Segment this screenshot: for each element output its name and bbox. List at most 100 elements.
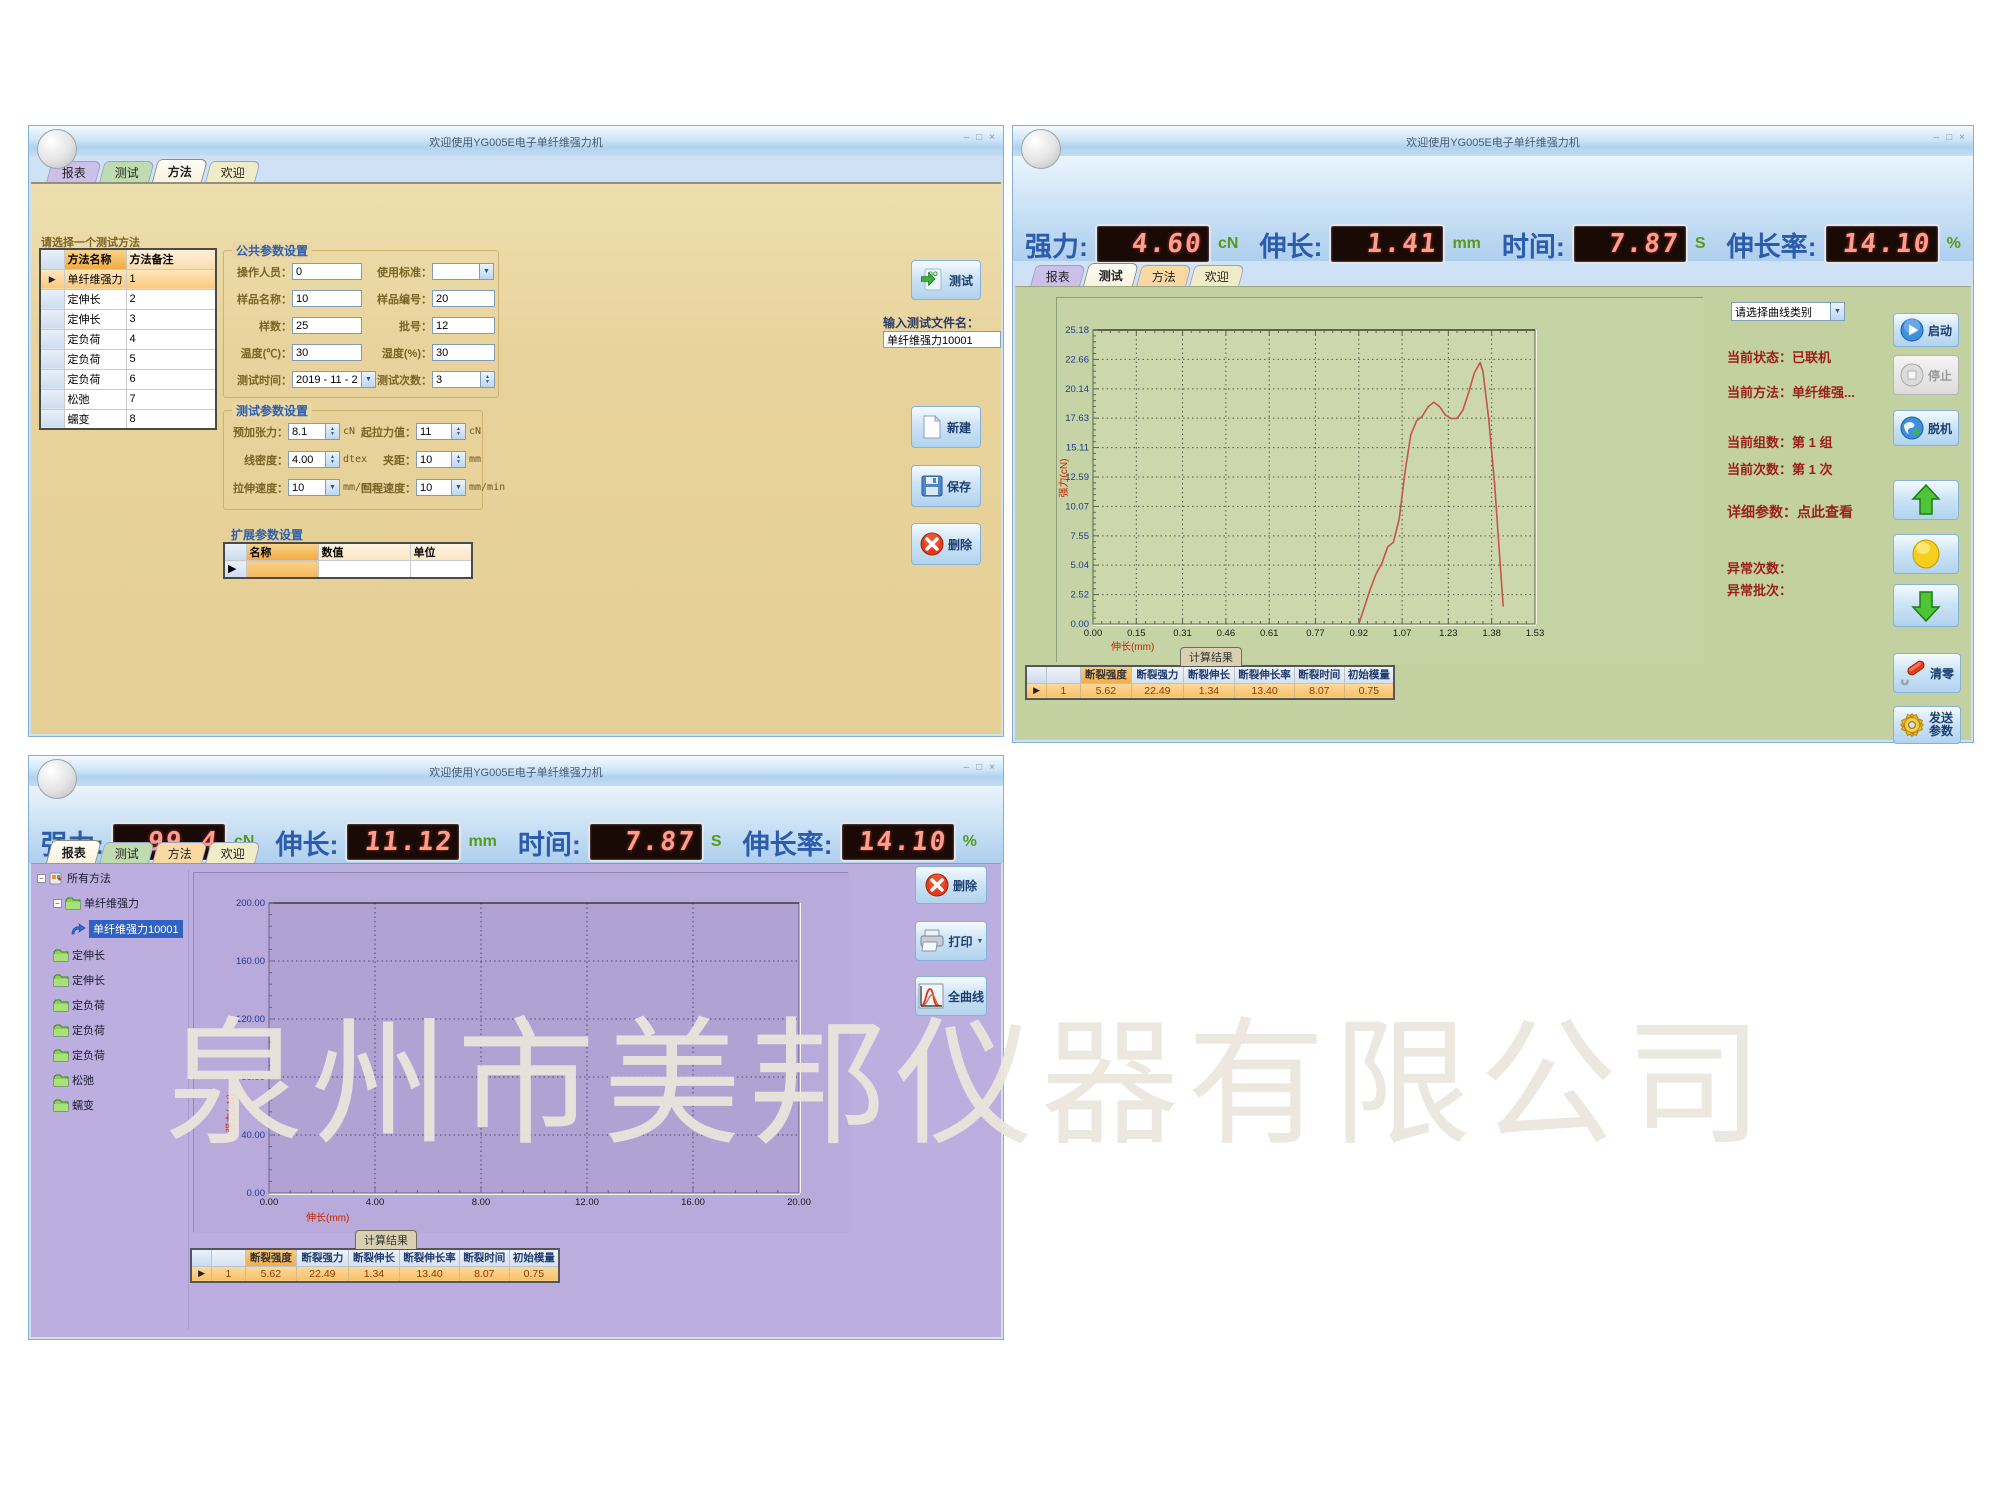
- titlebar[interactable]: 欢迎使用YG005E电子单纤维强力机 – □ ×: [29, 756, 1003, 786]
- titlebar[interactable]: 欢迎使用YG005E电子单纤维强力机 – □ ×: [1013, 126, 1973, 156]
- results-tab[interactable]: 计算结果: [355, 1230, 417, 1249]
- table-row[interactable]: ▶: [224, 561, 472, 578]
- results-table[interactable]: 断裂强度 断裂强力 断裂伸长 断裂伸长率 断裂时间 初始模量 ▶ 1 5.622…: [1025, 665, 1395, 700]
- method-table[interactable]: 方法名称 方法备注 ▶ 单纤维强力1 定伸长2 定伸长3 定负荷4 定负荷5 定…: [39, 248, 217, 430]
- maximize-button[interactable]: □: [976, 762, 982, 773]
- tab-method[interactable]: 方法: [1136, 265, 1192, 286]
- spinner-arrows-icon[interactable]: ▲▼: [326, 451, 340, 468]
- titlebar[interactable]: 欢迎使用YG005E电子单纤维强力机 – □ ×: [29, 126, 1003, 156]
- table-row[interactable]: ▶ 单纤维强力1: [40, 269, 216, 289]
- table-row[interactable]: 松弛7: [40, 389, 216, 409]
- close-button[interactable]: ×: [1959, 132, 1965, 143]
- spinner-arrows-icon[interactable]: ▲▼: [481, 371, 495, 388]
- force-label: 强力:: [1025, 225, 1088, 264]
- stop-button[interactable]: 停止: [1893, 355, 1959, 395]
- table-row[interactable]: ▶ 1 5.6222.491.34 13.408.070.75: [191, 1266, 559, 1282]
- minimize-button[interactable]: –: [964, 132, 970, 143]
- tree-item-method-folder[interactable]: − 单纤维强力: [53, 895, 188, 911]
- test-date-select[interactable]: [292, 371, 362, 388]
- tab-method[interactable]: 方法: [152, 159, 208, 182]
- chevron-down-icon[interactable]: ▼: [452, 479, 466, 496]
- gauge-length-stepper[interactable]: [416, 451, 452, 468]
- sample-name-input[interactable]: [292, 290, 362, 307]
- spinner-arrows-icon[interactable]: ▲▼: [326, 423, 340, 440]
- results-tab[interactable]: 计算结果: [1180, 647, 1242, 666]
- chevron-down-icon[interactable]: ▼: [480, 263, 494, 280]
- tree-item-method-folder[interactable]: 定负荷: [53, 997, 188, 1013]
- temperature-input[interactable]: [292, 344, 362, 361]
- linear-density-stepper[interactable]: [288, 451, 326, 468]
- tree-item-method-folder[interactable]: 定伸长: [53, 947, 188, 963]
- print-button[interactable]: 打印 ▼: [915, 921, 987, 961]
- tab-method[interactable]: 方法: [152, 842, 208, 863]
- pretension-stepper[interactable]: [288, 423, 326, 440]
- table-row[interactable]: ▶ 1 5.6222.491.34 13.408.070.75: [1026, 683, 1394, 699]
- spinner-arrows-icon[interactable]: ▲▼: [452, 423, 466, 440]
- method-name-header[interactable]: 方法名称: [64, 249, 126, 269]
- operator-input[interactable]: [292, 263, 362, 280]
- method-note-header[interactable]: 方法备注: [126, 249, 216, 269]
- new-button[interactable]: 新建: [911, 406, 981, 448]
- delete-button[interactable]: 删除: [911, 523, 981, 565]
- results-table[interactable]: 断裂强度 断裂强力 断裂伸长 断裂伸长率 断裂时间 初始模量 ▶ 1 5.622…: [190, 1248, 560, 1283]
- maximize-button[interactable]: □: [1946, 132, 1952, 143]
- run-test-button[interactable]: GO 测试: [911, 260, 981, 300]
- tab-test[interactable]: 测试: [1083, 263, 1139, 286]
- tree-item-all-methods[interactable]: − 所有方法: [37, 870, 188, 886]
- tab-welcome[interactable]: 欢迎: [205, 842, 261, 863]
- tree-item-method-folder[interactable]: 定负荷: [53, 1022, 188, 1038]
- table-row[interactable]: 定负荷6: [40, 369, 216, 389]
- batch-no-input[interactable]: [432, 317, 495, 334]
- save-button[interactable]: 保存: [911, 465, 981, 507]
- tree-item-test-file[interactable]: 单纤维强力10001: [71, 920, 188, 938]
- table-row[interactable]: 定伸长2: [40, 289, 216, 309]
- close-button[interactable]: ×: [989, 132, 995, 143]
- humidity-input[interactable]: [432, 344, 495, 361]
- tab-report[interactable]: 报表: [46, 840, 102, 863]
- tab-test[interactable]: 测试: [99, 842, 155, 863]
- sample-no-input[interactable]: [432, 290, 495, 307]
- filename-input[interactable]: [883, 331, 1001, 348]
- expand-toggle-icon[interactable]: −: [37, 874, 46, 883]
- sample-count-input[interactable]: [292, 317, 362, 334]
- tab-welcome[interactable]: 欢迎: [1189, 265, 1245, 286]
- table-row[interactable]: 定负荷5: [40, 349, 216, 369]
- return-speed-select[interactable]: [416, 479, 452, 496]
- stretch-speed-select[interactable]: [288, 479, 326, 496]
- tab-welcome[interactable]: 欢迎: [205, 161, 261, 182]
- tab-test[interactable]: 测试: [99, 161, 155, 182]
- table-row[interactable]: 定负荷4: [40, 329, 216, 349]
- move-down-button[interactable]: [1893, 584, 1959, 627]
- pause-indicator-button[interactable]: [1893, 534, 1959, 574]
- chevron-down-icon[interactable]: ▼: [326, 479, 340, 496]
- full-curve-button[interactable]: 全曲线: [915, 976, 987, 1016]
- tree-item-method-folder[interactable]: 蠕变: [53, 1097, 188, 1113]
- tree-item-method-folder[interactable]: 松弛: [53, 1072, 188, 1088]
- minimize-button[interactable]: –: [1934, 132, 1940, 143]
- minimize-button[interactable]: –: [964, 762, 970, 773]
- curve-type-select[interactable]: 请选择曲线类别▼: [1731, 302, 1845, 321]
- close-button[interactable]: ×: [989, 762, 995, 773]
- tab-report[interactable]: 报表: [1030, 265, 1086, 286]
- start-button[interactable]: 启动: [1893, 313, 1959, 347]
- status-count: 当前次数：第 1 次: [1727, 459, 1832, 478]
- tree-item-method-folder[interactable]: 定负荷: [53, 1047, 188, 1063]
- pull-start-stepper[interactable]: [416, 423, 452, 440]
- tree-item-method-folder[interactable]: 定伸长: [53, 972, 188, 988]
- chevron-down-icon[interactable]: ▼: [977, 938, 984, 945]
- status-detail-link[interactable]: 详细参数：点此查看: [1727, 502, 1853, 522]
- delete-button[interactable]: 删除: [915, 866, 987, 904]
- move-up-button[interactable]: [1893, 480, 1959, 520]
- spinner-arrows-icon[interactable]: ▲▼: [452, 451, 466, 468]
- table-row[interactable]: 定伸长3: [40, 309, 216, 329]
- ext-params-table[interactable]: 名称 数值 单位 ▶: [223, 542, 473, 579]
- table-row[interactable]: 蠕变8: [40, 409, 216, 429]
- expand-toggle-icon[interactable]: −: [53, 899, 62, 908]
- standard-select[interactable]: [432, 263, 480, 280]
- maximize-button[interactable]: □: [976, 132, 982, 143]
- send-params-button[interactable]: 发送参数: [1893, 706, 1961, 744]
- chevron-down-icon[interactable]: ▼: [1831, 302, 1845, 321]
- clear-zero-button[interactable]: 清零: [1893, 653, 1961, 693]
- offline-button[interactable]: 脱机: [1893, 410, 1959, 446]
- test-times-stepper[interactable]: [432, 371, 481, 388]
